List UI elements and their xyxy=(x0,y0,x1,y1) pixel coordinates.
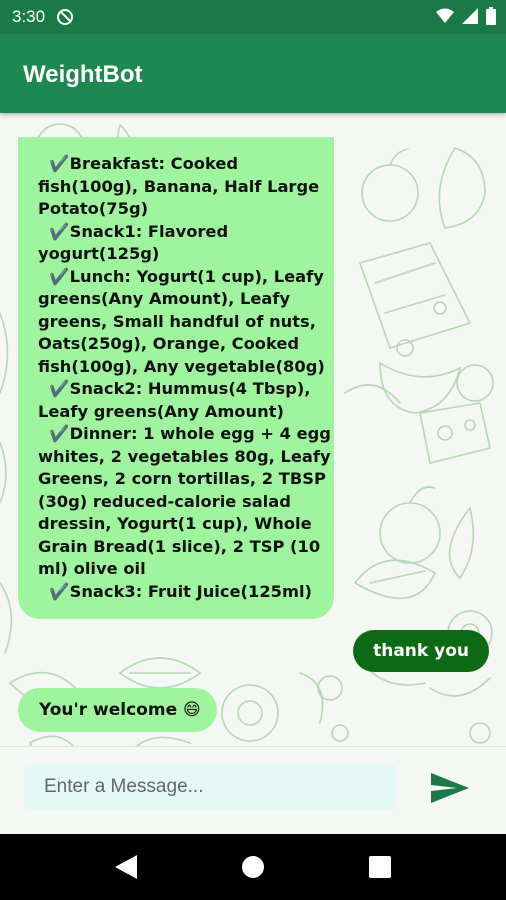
app-title: WeightBot xyxy=(23,61,143,88)
message-input[interactable] xyxy=(24,764,396,810)
meal-plan-line: whites, 2 vegetables 80g, Leafy xyxy=(38,446,331,466)
app-notification-icon xyxy=(57,9,74,25)
recents-button[interactable] xyxy=(365,852,395,882)
meal-plan-line: Oats(250g), Orange, Cooked xyxy=(38,334,300,353)
meal-plan-line: Potato(75g) xyxy=(38,199,149,218)
app-bar: WeightBot xyxy=(0,34,506,113)
meal-plan-line: ✔️Snack1: Flavored xyxy=(38,221,229,241)
status-icons xyxy=(436,7,496,25)
bot-message-meal-plan: ✔️Breakfast: Cooked fish(100g), Banana, … xyxy=(18,137,334,619)
system-nav-bar xyxy=(0,834,506,900)
meal-plan-line: Leafy greens(Any Amount) xyxy=(38,401,284,421)
chat-area[interactable]: ✔️Breakfast: Cooked fish(100g), Banana, … xyxy=(0,113,506,746)
status-bar: 3:30 xyxy=(0,0,506,34)
meal-plan-line: (30g) reduced-calorie salad xyxy=(38,491,291,511)
home-icon xyxy=(242,856,264,878)
meal-plan-line: ✔️Lunch: Yogurt(1 cup), Leafy xyxy=(38,266,324,286)
meal-plan-line: fish(100g), Banana, Half Large xyxy=(38,176,320,196)
meal-plan-line: ml) olive oil xyxy=(38,559,146,578)
home-button[interactable] xyxy=(238,852,268,882)
battery-icon xyxy=(486,7,496,25)
back-icon xyxy=(115,855,137,879)
meal-plan-line: ✔️Snack3: Fruit Juice(125ml) xyxy=(38,581,312,601)
back-button[interactable] xyxy=(111,852,141,882)
meal-plan-line: dressin, Yogurt(1 cup), Whole xyxy=(38,514,312,533)
meal-plan-line: Greens, 2 corn tortillas, 2 TBSP xyxy=(38,469,326,488)
user-message-thank-you: thank you xyxy=(353,630,489,672)
meal-plan-line: ✔️Snack2: Hummus(4 Tbsp), xyxy=(38,379,311,398)
send-button[interactable] xyxy=(428,771,472,805)
meal-plan-line: yogurt(125g) xyxy=(38,244,160,263)
recents-icon xyxy=(369,856,391,878)
meal-plan-line: Grain Bread(1 slice), 2 TSP (10 xyxy=(38,536,321,556)
status-time: 3:30 xyxy=(12,7,46,26)
meal-plan-line: greens, Small handful of nuts, xyxy=(38,311,316,331)
meal-plan-line: fish(100g), Any vegetable(80g) xyxy=(38,356,325,376)
bot-message-welcome: You'r welcome 😄 xyxy=(18,688,217,732)
wifi-icon xyxy=(436,8,454,23)
meal-plan-line: ✔️Dinner: 1 whole egg + 4 egg xyxy=(38,424,331,443)
message-input-bar xyxy=(0,746,506,835)
cell-signal-icon xyxy=(462,8,478,24)
meal-plan-line: ✔️Breakfast: Cooked xyxy=(38,154,239,173)
meal-plan-line: greens(Any Amount), Leafy xyxy=(38,289,291,308)
send-icon xyxy=(431,773,469,803)
